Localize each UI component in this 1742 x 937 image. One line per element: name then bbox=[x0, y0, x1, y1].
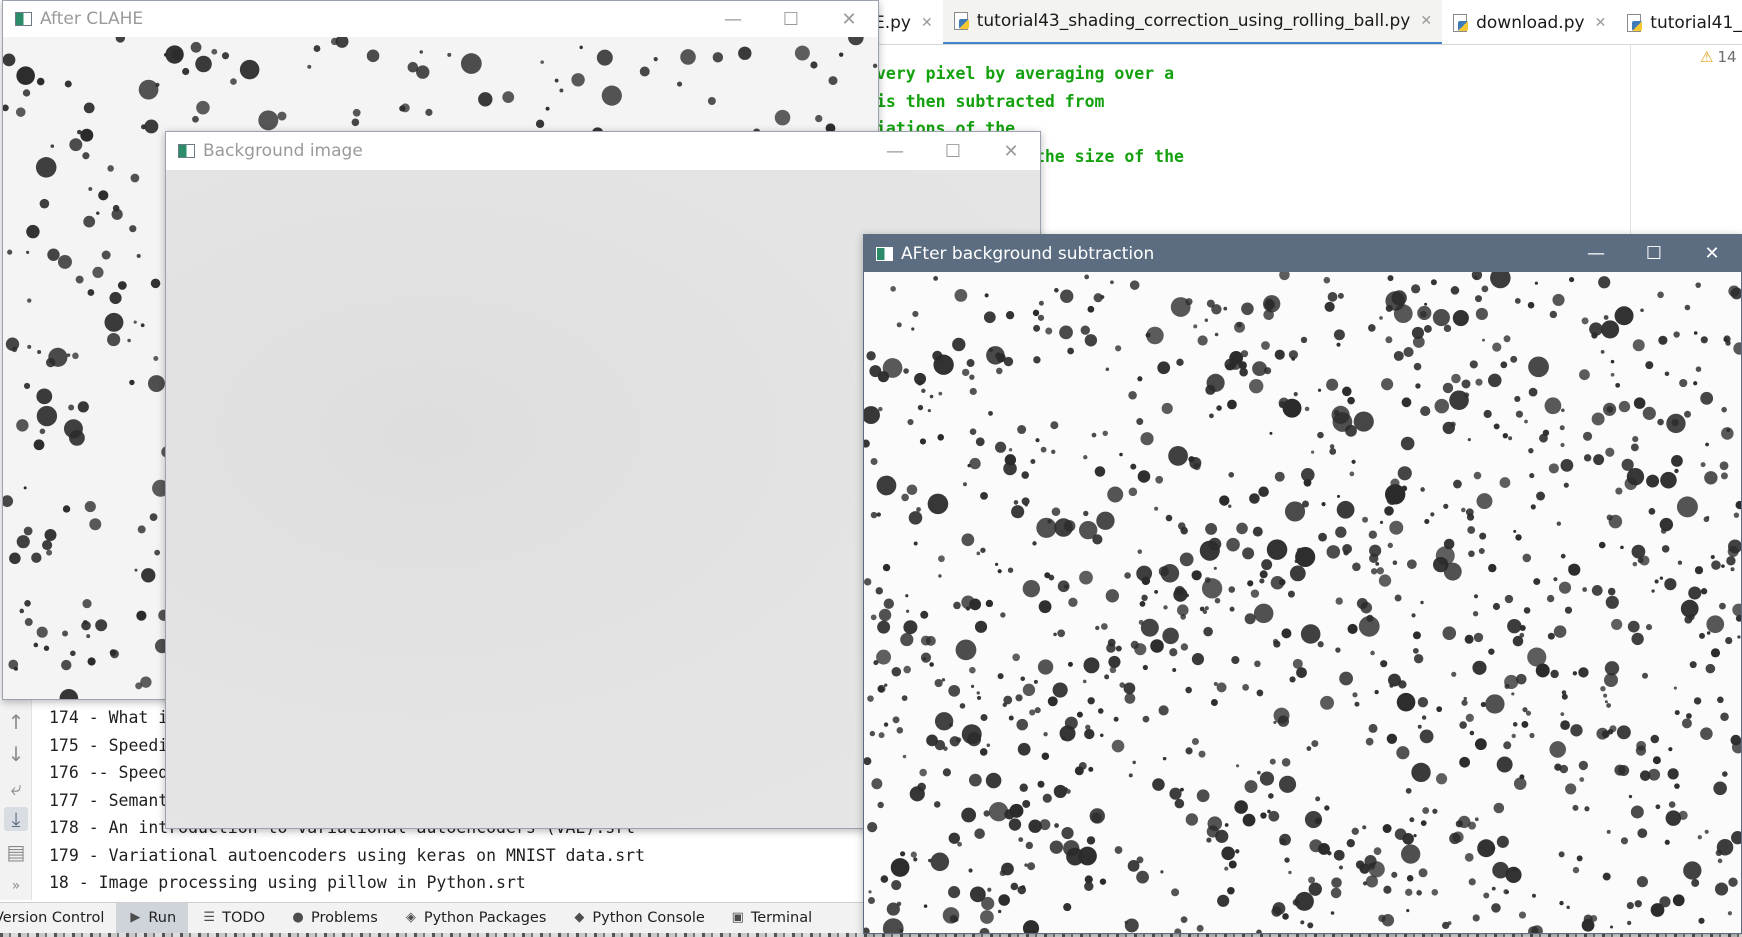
python-file-icon bbox=[953, 11, 971, 31]
window-title: After CLAHE bbox=[40, 9, 144, 29]
soft-wrap-icon[interactable]: ⤶ bbox=[4, 776, 28, 800]
run-toolbar: ↑ ↓ ⤶ ⤓ ▤ » bbox=[0, 700, 32, 900]
tab-label: tutorial43_shading_correction_using_roll… bbox=[976, 11, 1411, 31]
editor-divider bbox=[1630, 45, 1631, 235]
window-titlebar[interactable]: Background image — ☐ ✕ bbox=[166, 132, 1040, 170]
more-icon[interactable]: » bbox=[4, 874, 28, 898]
maximize-icon[interactable]: ☐ bbox=[924, 141, 982, 162]
window-after-background-subtraction[interactable]: AFter background subtraction — ☐ ✕ bbox=[863, 234, 1742, 934]
tab-label: download.py bbox=[1476, 12, 1585, 33]
close-icon[interactable]: ✕ bbox=[921, 15, 933, 31]
scroll-to-end-icon[interactable]: ⤓ bbox=[4, 807, 28, 831]
subtraction-image bbox=[864, 272, 1741, 933]
tab-e-py[interactable]: E.py ✕ bbox=[870, 0, 943, 44]
python-file-icon bbox=[1626, 13, 1644, 33]
tab-label: Python Packages bbox=[423, 910, 547, 926]
tab-label: tutorial41_image_filters bbox=[1650, 12, 1742, 33]
warning-count: 14 bbox=[1717, 48, 1737, 66]
tab-label: E.py bbox=[874, 12, 911, 33]
close-icon[interactable]: ✕ bbox=[1420, 13, 1432, 29]
problems-tab[interactable]: ● Problems bbox=[277, 903, 390, 934]
window-title: Background image bbox=[203, 141, 363, 161]
python-icon: ◆ bbox=[574, 910, 585, 925]
print-icon[interactable]: ▤ bbox=[4, 840, 28, 864]
opencv-window-icon bbox=[15, 12, 32, 26]
warning-icon: ⚠ bbox=[1700, 48, 1714, 66]
close-icon[interactable]: ✕ bbox=[820, 9, 878, 30]
close-icon[interactable]: ✕ bbox=[1595, 15, 1607, 31]
tab-download[interactable]: download.py ✕ bbox=[1442, 0, 1616, 44]
python-packages-tab[interactable]: ◈ Python Packages bbox=[390, 903, 559, 934]
opencv-window-icon bbox=[876, 246, 893, 261]
arrow-up-icon[interactable]: ↑ bbox=[4, 710, 28, 734]
maximize-icon[interactable]: ☐ bbox=[1625, 243, 1683, 264]
opencv-window-icon bbox=[178, 144, 195, 158]
tab-label: Version Control bbox=[0, 910, 105, 926]
output-line: 179 - Variational autoencoders using ker… bbox=[49, 846, 646, 865]
tab-tutorial43[interactable]: tutorial43_shading_correction_using_roll… bbox=[942, 0, 1443, 44]
todo-tab[interactable]: ☰ TODO bbox=[188, 903, 277, 934]
terminal-icon: ▣ bbox=[731, 910, 744, 925]
version-control-tab[interactable]: Version Control bbox=[0, 903, 116, 934]
window-titlebar[interactable]: AFter background subtraction — ☐ ✕ bbox=[864, 235, 1741, 272]
output-line: 176 -- Speed bbox=[49, 763, 169, 782]
tab-label: Problems bbox=[311, 910, 378, 926]
tab-tutorial41[interactable]: tutorial41_image_filters bbox=[1616, 0, 1742, 44]
window-titlebar[interactable]: After CLAHE — ☐ ✕ bbox=[3, 1, 878, 37]
maximize-icon[interactable]: ☐ bbox=[762, 9, 820, 30]
close-icon[interactable]: ✕ bbox=[982, 141, 1040, 162]
code-line: very pixel by averaging over a bbox=[876, 64, 1175, 83]
run-tab[interactable]: ▶ Run bbox=[116, 902, 189, 934]
output-line: 177 - Semant bbox=[49, 791, 169, 810]
tab-label: Python Console bbox=[592, 910, 705, 926]
info-icon: ● bbox=[292, 910, 304, 925]
list-icon: ☰ bbox=[203, 910, 215, 925]
arrow-down-icon[interactable]: ↓ bbox=[4, 742, 28, 766]
code-line: is then subtracted from bbox=[876, 92, 1105, 111]
tab-label: Terminal bbox=[750, 910, 813, 926]
python-console-tab[interactable]: ◆ Python Console bbox=[558, 903, 716, 934]
tab-label: Run bbox=[148, 910, 177, 926]
output-line: 18 - Image processing using pillow in Py… bbox=[49, 873, 526, 892]
minimize-icon[interactable]: — bbox=[704, 9, 762, 30]
warning-indicator[interactable]: ⚠ 14 bbox=[1700, 48, 1737, 66]
tab-label: TODO bbox=[222, 910, 266, 926]
minimize-icon[interactable]: — bbox=[866, 141, 924, 162]
terminal-tab[interactable]: ▣ Terminal bbox=[717, 903, 824, 934]
layers-icon: ◈ bbox=[405, 910, 416, 925]
output-line: 175 - Speedi bbox=[49, 736, 169, 755]
play-icon: ▶ bbox=[130, 910, 141, 925]
subtraction-image-canvas bbox=[864, 272, 1741, 933]
minimize-icon[interactable]: — bbox=[1567, 243, 1625, 264]
close-icon[interactable]: ✕ bbox=[1683, 243, 1741, 264]
python-file-icon bbox=[1452, 13, 1470, 33]
window-title: AFter background subtraction bbox=[901, 243, 1155, 264]
editor-tab-bar: E.py ✕ tutorial43_shading_correction_usi… bbox=[870, 0, 1742, 45]
output-line: 174 - What i bbox=[49, 708, 169, 727]
